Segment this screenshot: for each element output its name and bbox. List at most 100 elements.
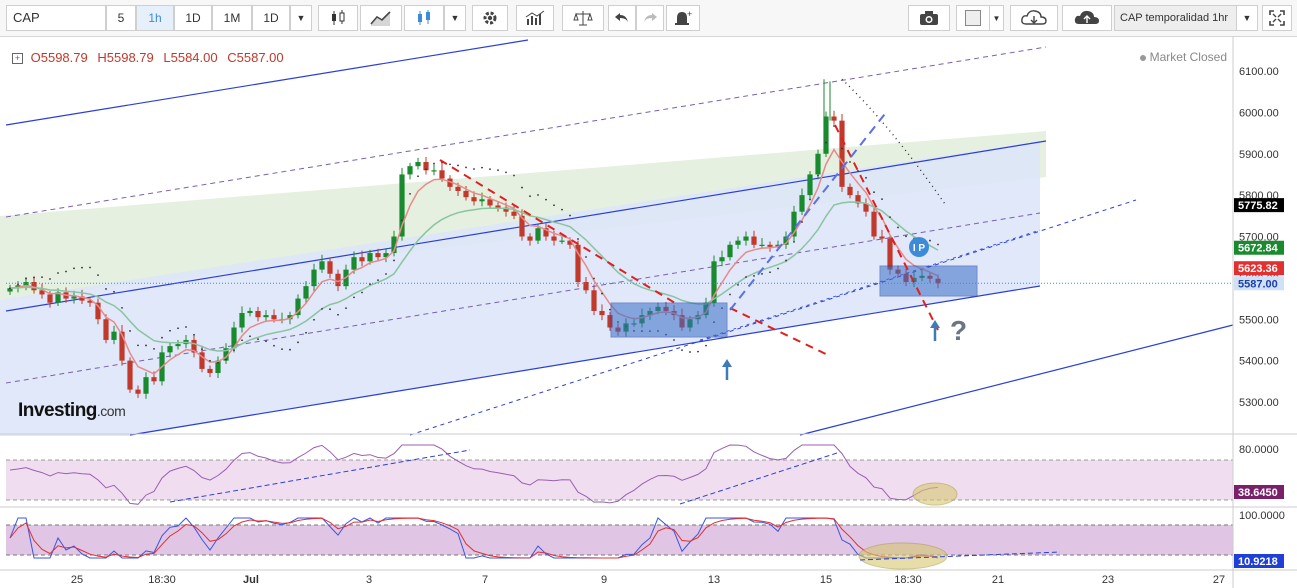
sar-dot (841, 147, 843, 150)
expand-legend-icon[interactable]: + (12, 53, 23, 65)
candle-body (175, 344, 181, 347)
sar-dot (73, 267, 75, 270)
candle-body (407, 166, 413, 175)
candle-body (599, 310, 605, 316)
sar-dot (409, 192, 411, 195)
sar-dot (257, 338, 259, 341)
time-tick-label: 21 (992, 574, 1004, 586)
sar-dot (465, 166, 467, 169)
price-tick-label: 6000.00 (1239, 107, 1279, 119)
sar-dot (81, 266, 83, 269)
candle-body (879, 236, 885, 239)
candle-body (831, 116, 837, 121)
sar-dot (89, 266, 91, 269)
indicators-button[interactable] (516, 5, 554, 31)
sar-dot (793, 240, 795, 243)
interval-1h-button[interactable]: 1h (136, 5, 174, 31)
market-status-text: Market Closed (1149, 50, 1227, 64)
time-tick-label: 23 (1102, 574, 1114, 586)
compare-button[interactable] (562, 5, 604, 31)
candle-body (511, 211, 517, 216)
interval-custom-button[interactable]: 1D (252, 5, 290, 31)
sar-dot (353, 296, 355, 299)
ohlc-high: H5598.79 (97, 50, 154, 65)
symbol-input[interactable]: CAP (6, 5, 106, 31)
price-badge-label: 5672.84 (1238, 243, 1279, 255)
fullscreen-icon (1269, 10, 1285, 26)
interval-1d-button[interactable]: 1D (174, 5, 212, 31)
chart-style-dropdown[interactable]: ▼ (444, 5, 466, 31)
candle-body (487, 199, 493, 206)
sar-dot (505, 171, 507, 174)
investing-logo: Investing.com (18, 400, 126, 422)
save-layout-button[interactable] (1062, 5, 1112, 31)
sar-dot (241, 339, 243, 342)
price-tick-label: 5300.00 (1239, 397, 1279, 409)
sar-dot (761, 273, 763, 275)
settings-button[interactable] (472, 5, 508, 31)
sar-dot (569, 214, 571, 217)
up-arrow-2-head (930, 320, 940, 328)
sar-dot (785, 259, 787, 262)
sar-dot (105, 288, 107, 290)
interval-1m-button[interactable]: 1M (212, 5, 252, 31)
time-tick-label: 18:30 (894, 574, 922, 586)
load-layout-button[interactable] (1010, 5, 1058, 31)
candle-body (247, 310, 253, 314)
candlestick-button[interactable] (318, 5, 358, 31)
candle-body (743, 236, 749, 241)
candle-body (751, 236, 757, 245)
time-tick-label: 15 (820, 574, 832, 586)
candle-body (495, 205, 501, 208)
price-chart[interactable]: ?I P 5300.005400.005500.005600.005700.00… (0, 36, 1297, 588)
sar-dot (193, 333, 195, 336)
sar-dot (281, 348, 283, 351)
fullscreen-button[interactable] (1262, 5, 1292, 31)
sar-dot (209, 359, 211, 362)
candle-body (479, 199, 485, 202)
sar-dot (553, 204, 555, 207)
candle-body (151, 377, 157, 382)
candle-body (351, 257, 357, 270)
price-badge-label: 5587.00 (1238, 278, 1278, 290)
candle-body (559, 240, 565, 242)
interval-dropdown-button[interactable]: ▼ (290, 5, 312, 31)
sar-dot (897, 226, 899, 229)
candle-body (71, 296, 77, 299)
sar-dot (433, 162, 435, 165)
sar-dot (681, 349, 683, 352)
color-dropdown-button[interactable]: ▼ (990, 5, 1004, 31)
add-alert-button[interactable]: + (666, 5, 700, 31)
candle-body (271, 315, 277, 320)
screenshot-button[interactable] (908, 5, 950, 31)
sar-dot (57, 272, 59, 274)
price-tick-label: 6100.00 (1239, 66, 1279, 78)
color-picker-button[interactable] (956, 5, 990, 31)
color-box-icon (965, 10, 981, 26)
gear-icon (483, 11, 497, 25)
line-chart-button[interactable] (360, 5, 402, 31)
compare-icon (573, 11, 593, 26)
sar-dot (425, 168, 427, 171)
candle-body (143, 377, 149, 394)
candle-body (135, 389, 141, 394)
candle-body (375, 253, 381, 258)
line-chart-icon (370, 11, 391, 26)
layout-select[interactable]: CAP temporalidad 1hr (1114, 5, 1256, 31)
redo-button[interactable] (636, 5, 664, 31)
sar-dot (169, 329, 171, 332)
interval-5-button[interactable]: 5 (106, 5, 136, 31)
layout-dropdown-button[interactable]: ▼ (1236, 5, 1258, 31)
sar-dot (121, 306, 123, 309)
candle-style-button[interactable] (404, 5, 444, 31)
sar-dot (889, 216, 891, 219)
candle-body (735, 240, 741, 245)
undo-button[interactable] (608, 5, 636, 31)
candle-body (471, 197, 477, 202)
sar-dot (33, 276, 35, 279)
camera-icon (920, 11, 938, 25)
sar-dot (689, 351, 691, 353)
sar-dot (17, 283, 19, 286)
sar-dot (249, 335, 251, 338)
sar-dot (529, 195, 531, 198)
